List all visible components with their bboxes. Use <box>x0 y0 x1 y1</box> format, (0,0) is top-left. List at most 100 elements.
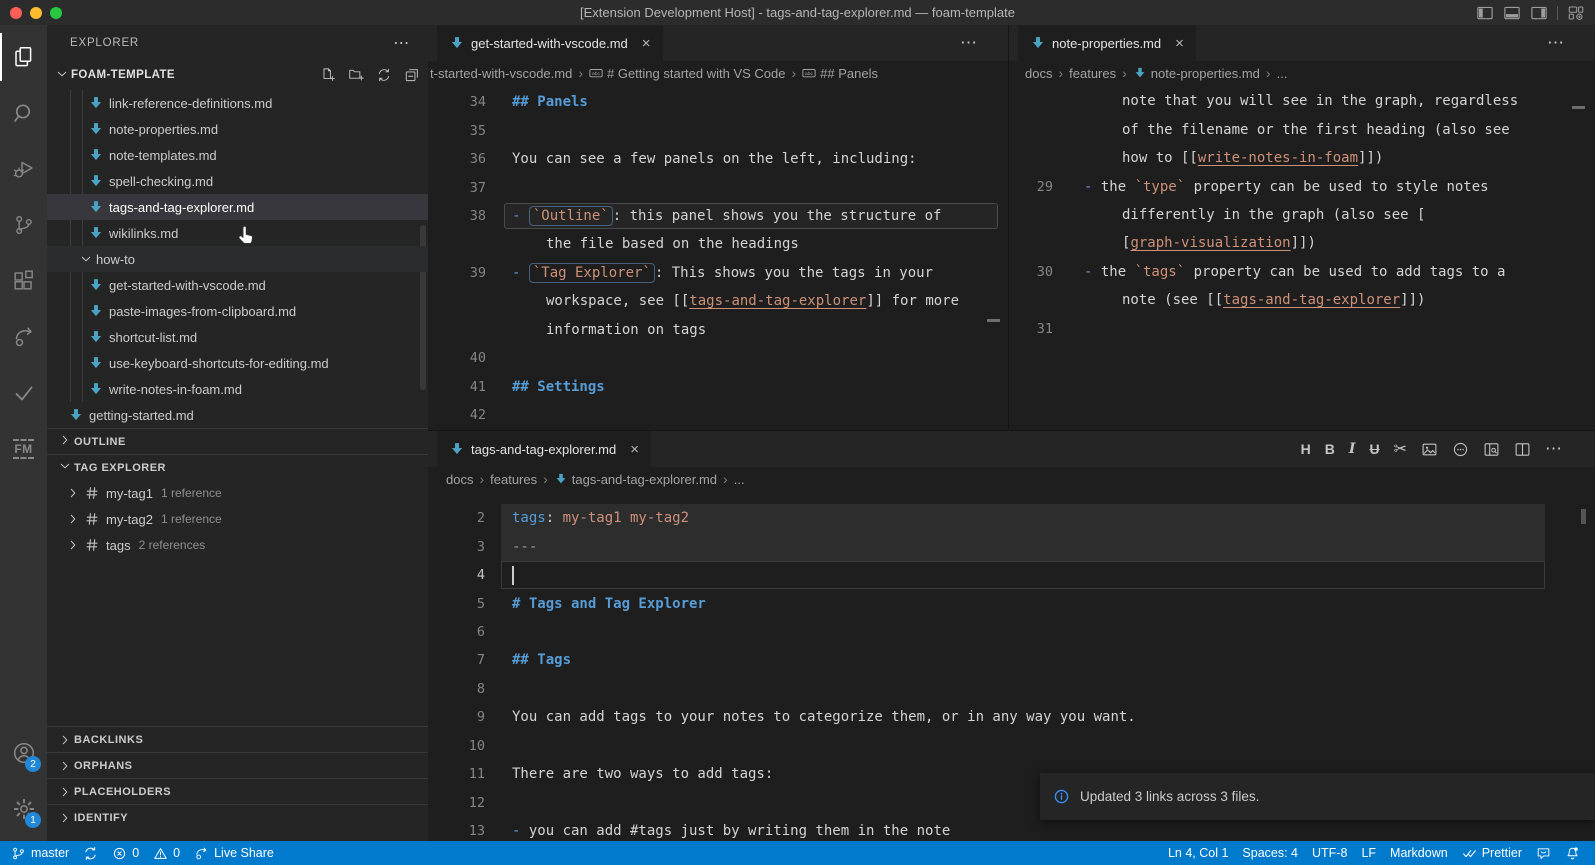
tree-item-paste-images-from-clipboard.md[interactable]: paste-images-from-clipboard.md <box>47 298 428 324</box>
activity-item-accounts[interactable]: 2 <box>0 729 47 777</box>
tree-item-note-templates.md[interactable]: note-templates.md <box>47 142 428 168</box>
status-sync[interactable] <box>76 841 105 865</box>
zoom-window-button[interactable] <box>50 7 62 19</box>
code-line-wrap[interactable]: note that you will see in the graph, reg… <box>1009 87 1595 115</box>
activity-item-foam[interactable]: FM <box>0 425 47 473</box>
tree-item-note-properties.md[interactable]: note-properties.md <box>47 116 428 142</box>
activity-item-settings[interactable]: 1 <box>0 785 47 833</box>
heading-icon[interactable]: H <box>1301 441 1311 457</box>
code-line-34[interactable]: 34## Panels <box>428 88 1008 116</box>
tree-item-how-to[interactable]: how-to <box>47 246 428 272</box>
code-line-wrap[interactable]: workspace, see [[tags-and-tag-explorer]]… <box>428 287 1008 315</box>
close-window-button[interactable] <box>10 7 22 19</box>
code-line-10[interactable]: 10 <box>428 732 1595 760</box>
tree-item-tags-and-tag-explorer.md[interactable]: tags-and-tag-explorer.md <box>47 194 428 220</box>
breadcrumb-item[interactable]: note-properties.md <box>1133 66 1260 81</box>
project-section-header[interactable]: FOAM-TEMPLATE <box>47 60 428 90</box>
breadcrumb-item[interactable]: ... <box>1277 66 1288 81</box>
status-formatter[interactable]: Prettier <box>1455 841 1529 865</box>
tree-item-link-reference-definitions.md[interactable]: link-reference-definitions.md <box>47 90 428 116</box>
editor-content[interactable]: note that you will see in the graph, reg… <box>1009 85 1595 430</box>
code-line-7[interactable]: 7## Tags <box>428 646 1595 674</box>
tab-get-started-with-vscode[interactable]: get-started-with-vscode.md × <box>437 25 663 61</box>
sidebar-section-backlinks[interactable]: BACKLINKS <box>47 726 428 752</box>
code-line-39[interactable]: 39- `Tag Explorer`: This shows you the t… <box>428 259 1008 287</box>
minimize-window-button[interactable] <box>30 7 42 19</box>
tree-item-spell-checking.md[interactable]: spell-checking.md <box>47 168 428 194</box>
status-language-mode[interactable]: Markdown <box>1383 841 1455 865</box>
code-line-29[interactable]: 29- the `type` property can be used to s… <box>1009 172 1595 200</box>
breadcrumb-item[interactable]: ... <box>734 472 745 487</box>
toggle-panel-icon[interactable] <box>1503 4 1521 22</box>
tree-item-shortcut-list.md[interactable]: shortcut-list.md <box>47 324 428 350</box>
wikilink[interactable]: graph-visualization <box>1130 235 1290 251</box>
tree-item-wikilinks.md[interactable]: wikilinks.md <box>47 220 428 246</box>
code-line-3[interactable]: 3--- <box>428 532 1595 560</box>
sidebar-section-tag-explorer[interactable]: TAG EXPLORER <box>47 454 428 480</box>
breadcrumb-item[interactable]: abc# Getting started with VS Code <box>589 66 785 81</box>
activity-item-debug[interactable] <box>0 145 47 193</box>
sidebar-section-orphans[interactable]: ORPHANS <box>47 752 428 778</box>
collapse-all-icon[interactable] <box>404 67 420 83</box>
editor-more-actions-icon[interactable]: ⋯ <box>960 33 978 53</box>
breadcrumb-item[interactable]: tags-and-tag-explorer.md <box>554 472 717 487</box>
notification-toast[interactable]: Updated 3 links across 3 files. <box>1040 773 1595 820</box>
code-line-4[interactable]: 4 <box>428 561 1595 589</box>
code-line-wrap[interactable]: how to [[write-notes-in-foam]]) <box>1009 144 1595 172</box>
activity-item-liveshare[interactable] <box>0 313 47 361</box>
tree-item-getting-started.md[interactable]: getting-started.md <box>47 402 428 428</box>
explorer-more-actions-icon[interactable]: ⋯ <box>393 33 410 53</box>
code-line-wrap[interactable]: information on tags <box>428 316 1008 344</box>
sidebar-section-identify[interactable]: IDENTIFY <box>47 804 428 830</box>
activity-item-test[interactable] <box>0 369 47 417</box>
image-icon[interactable] <box>1421 441 1438 458</box>
activity-item-scm[interactable] <box>0 201 47 249</box>
activity-item-explorer[interactable] <box>0 33 47 81</box>
status-notifications[interactable] <box>1558 841 1587 865</box>
code-line-42[interactable]: 42 <box>428 401 1008 429</box>
status-cursor-position[interactable]: Ln 4, Col 1 <box>1161 841 1235 865</box>
tree-item-get-started-with-vscode.md[interactable]: get-started-with-vscode.md <box>47 272 428 298</box>
code-line-6[interactable]: 6 <box>428 618 1595 646</box>
new-file-icon[interactable] <box>320 67 336 83</box>
code-line-8[interactable]: 8 <box>428 675 1595 703</box>
snippet-icon[interactable]: ✂ <box>1394 439 1407 459</box>
split-editor-icon[interactable] <box>1514 441 1531 458</box>
code-line-9[interactable]: 9You can add tags to your notes to categ… <box>428 703 1595 731</box>
customize-layout-icon[interactable] <box>1567 4 1585 22</box>
breadcrumb-item[interactable]: docs <box>1025 66 1052 81</box>
breadcrumb-item[interactable]: features <box>1069 66 1116 81</box>
code-line-35[interactable]: 35 <box>428 116 1008 144</box>
close-tab-icon[interactable]: × <box>630 441 639 458</box>
emoji-icon[interactable] <box>1452 441 1469 458</box>
refresh-icon[interactable] <box>376 67 392 83</box>
breadcrumb-item[interactable]: docs <box>446 472 473 487</box>
tab-note-properties[interactable]: note-properties.md × <box>1018 25 1196 61</box>
status-live-share[interactable]: Live Share <box>187 841 281 865</box>
code-line-38[interactable]: 38- `Outline`: this panel shows you the … <box>428 202 1008 230</box>
status-encoding[interactable]: UTF-8 <box>1305 841 1354 865</box>
code-line-13[interactable]: 13- you can add #tags just by writing th… <box>428 817 1595 841</box>
editor-more-actions-icon[interactable]: ⋯ <box>1547 33 1565 53</box>
code-line-wrap[interactable]: of the filename or the first heading (al… <box>1009 115 1595 143</box>
code-line-wrap[interactable]: [graph-visualization]]) <box>1009 229 1595 257</box>
breadcrumb-item[interactable]: abc## Panels <box>802 66 878 81</box>
status-git-branch[interactable]: master <box>4 841 76 865</box>
code-line-37[interactable]: 37 <box>428 173 1008 201</box>
code-line-30[interactable]: 30- the `tags` property can be used to a… <box>1009 258 1595 286</box>
tag-item-my-tag1[interactable]: my-tag11 reference <box>47 480 428 506</box>
sidebar-section-outline[interactable]: OUTLINE <box>47 428 428 454</box>
status-warnings[interactable]: 0 <box>146 841 187 865</box>
code-line-wrap[interactable]: differently in the graph (also see [ <box>1009 201 1595 229</box>
wikilink[interactable]: tags-and-tag-explorer <box>689 293 866 309</box>
tab-tags-and-tag-explorer[interactable]: tags-and-tag-explorer.md × <box>437 431 651 467</box>
more-actions-icon[interactable]: ⋯ <box>1545 439 1563 459</box>
close-tab-icon[interactable]: × <box>1175 35 1184 52</box>
breadcrumb-item[interactable]: t-started-with-vscode.md <box>430 66 572 81</box>
strikethrough-icon[interactable]: U <box>1369 441 1379 457</box>
breadcrumb-item[interactable]: features <box>490 472 537 487</box>
status-indentation[interactable]: Spaces: 4 <box>1235 841 1305 865</box>
code-line-40[interactable]: 40 <box>428 344 1008 372</box>
close-tab-icon[interactable]: × <box>642 35 651 52</box>
tag-item-my-tag2[interactable]: my-tag21 reference <box>47 506 428 532</box>
